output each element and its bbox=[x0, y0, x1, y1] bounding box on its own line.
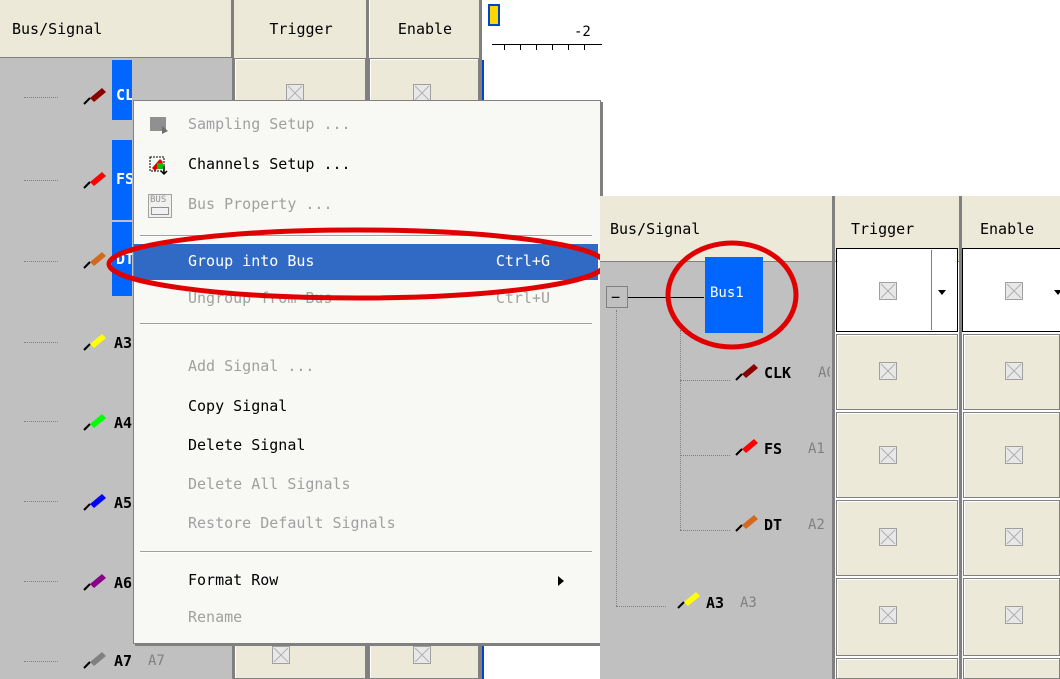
signal-name-a5[interactable]: A5 bbox=[114, 494, 132, 512]
signal-alias-clk: A0 bbox=[818, 365, 830, 381]
probe-icon-clk bbox=[735, 364, 758, 381]
menu-item-label: Sampling Setup ... bbox=[188, 115, 351, 133]
menu-separator bbox=[140, 551, 592, 553]
signal-name-a6[interactable]: A6 bbox=[114, 574, 132, 592]
probe-icon-a5 bbox=[83, 494, 106, 511]
dropdown-divider bbox=[931, 250, 932, 330]
trigger-cell[interactable] bbox=[836, 500, 958, 576]
trigger-dontcare-icon[interactable] bbox=[272, 646, 290, 664]
probe-icon-a3 bbox=[677, 592, 700, 609]
submenu-arrow-icon bbox=[558, 576, 564, 586]
menu-item-label: Bus Property ... bbox=[188, 195, 333, 213]
trigger-cell[interactable] bbox=[836, 658, 958, 679]
menu-item-bus-property[interactable]: BUS Bus Property ... bbox=[134, 187, 598, 223]
left-header-enable-label: Enable bbox=[397, 20, 453, 38]
left-header-bus-signal[interactable]: Bus/Signal bbox=[0, 0, 232, 58]
menu-item-rename[interactable]: Rename bbox=[134, 600, 598, 636]
bus-icon-text: BUS bbox=[150, 195, 167, 205]
menu-item-add-signal[interactable]: Add Signal ... bbox=[134, 349, 598, 385]
trigger-cell[interactable] bbox=[836, 578, 958, 656]
menu-item-sampling-setup[interactable]: Sampling Setup ... bbox=[134, 107, 598, 143]
context-menu: Sampling Setup ... Channels Setup ... BU… bbox=[133, 100, 601, 644]
trigger-dontcare-icon[interactable] bbox=[879, 606, 897, 624]
collapse-minus-icon: − bbox=[611, 288, 621, 306]
signal-name-a7[interactable]: A7 bbox=[114, 652, 132, 670]
menu-item-copy-signal[interactable]: Copy Signal bbox=[134, 389, 598, 425]
probe-icon-dt bbox=[735, 515, 758, 532]
trigger-dontcare-icon[interactable] bbox=[879, 528, 897, 546]
menu-item-label: Delete Signal bbox=[188, 436, 306, 454]
right-header-trigger-label: Trigger bbox=[851, 220, 915, 238]
trigger-dontcare-icon[interactable] bbox=[879, 362, 897, 380]
trigger-dontcare-icon[interactable] bbox=[879, 446, 897, 464]
menu-item-label: Restore Default Signals bbox=[188, 514, 396, 532]
menu-item-label: Add Signal ... bbox=[188, 357, 315, 375]
collapse-button[interactable]: − bbox=[606, 286, 628, 308]
selected-label-fs: FS bbox=[116, 170, 132, 188]
menu-item-restore-default-signals[interactable]: Restore Default Signals bbox=[134, 506, 598, 542]
menu-item-label: Copy Signal bbox=[188, 397, 288, 415]
signal-alias-fs: A1 bbox=[808, 441, 825, 457]
enable-dontcare-icon[interactable] bbox=[1005, 446, 1023, 464]
probe-icon-fs bbox=[735, 439, 758, 456]
left-header-bus-signal-label: Bus/Signal bbox=[12, 20, 103, 38]
menu-item-label: Channels Setup ... bbox=[188, 155, 351, 173]
left-header-trigger[interactable]: Trigger bbox=[233, 0, 369, 58]
trigger-cell[interactable] bbox=[836, 412, 958, 498]
enable-dontcare-icon[interactable] bbox=[1005, 606, 1023, 624]
menu-separator bbox=[140, 323, 592, 325]
menu-item-label: Rename bbox=[188, 608, 243, 626]
signal-name-dt[interactable]: DT bbox=[764, 516, 782, 534]
signal-name-a3[interactable]: A3 bbox=[706, 594, 724, 612]
enable-dontcare-icon[interactable] bbox=[1005, 528, 1023, 546]
signal-alias-a3: A3 bbox=[740, 595, 757, 611]
waveform-ruler: -2 bbox=[484, 0, 602, 60]
enable-dontcare-icon[interactable] bbox=[1005, 362, 1023, 380]
probe-icon-a3 bbox=[83, 334, 106, 351]
annotation-ellipse-group-into-bus bbox=[106, 227, 608, 301]
probe-icon-clk bbox=[83, 88, 106, 105]
probe-icon-a7 bbox=[83, 652, 106, 669]
trigger-dontcare-icon bbox=[879, 282, 897, 300]
dropdown-arrow-icon[interactable] bbox=[1054, 290, 1060, 295]
trigger-cell[interactable] bbox=[836, 334, 958, 410]
enable-dontcare-icon[interactable] bbox=[413, 646, 431, 664]
signal-name-fs[interactable]: FS bbox=[764, 440, 782, 458]
channels-setup-icon bbox=[149, 156, 168, 176]
cursor-marker-icon[interactable] bbox=[488, 4, 500, 26]
menu-item-format-row[interactable]: Format Row bbox=[134, 563, 598, 599]
dropdown-arrow-icon[interactable] bbox=[938, 290, 946, 295]
annotation-circle-bus1 bbox=[665, 240, 799, 350]
selected-label-clk: CLK bbox=[116, 86, 132, 104]
left-header-enable[interactable]: Enable bbox=[369, 0, 481, 58]
probe-icon-fs bbox=[83, 172, 106, 189]
menu-item-delete-signal[interactable]: Delete Signal bbox=[134, 428, 598, 464]
signal-name-clk[interactable]: CLK bbox=[764, 364, 791, 382]
enable-cell[interactable] bbox=[963, 658, 1060, 679]
column-divider[interactable] bbox=[832, 196, 835, 679]
menu-item-delete-all-signals[interactable]: Delete All Signals bbox=[134, 467, 598, 503]
signal-name-a3[interactable]: A3 bbox=[114, 334, 132, 352]
menu-item-label: Format Row bbox=[188, 571, 279, 589]
left-header-trigger-label: Trigger bbox=[269, 20, 333, 38]
menu-item-channels-setup[interactable]: Channels Setup ... bbox=[134, 147, 598, 183]
bus-icon: BUS bbox=[148, 194, 172, 218]
enable-dontcare-icon bbox=[1005, 282, 1023, 300]
signal-alias-dt: A2 bbox=[808, 517, 825, 533]
ruler-value: -2 bbox=[574, 24, 591, 40]
menu-item-label: Delete All Signals bbox=[188, 475, 351, 493]
sampling-setup-icon bbox=[150, 117, 168, 134]
signal-alias-a7: A7 bbox=[148, 653, 165, 669]
right-header-enable-label: Enable bbox=[980, 220, 1035, 238]
signal-name-a4[interactable]: A4 bbox=[114, 414, 132, 432]
probe-icon-a6 bbox=[83, 574, 106, 591]
probe-icon-a4 bbox=[83, 414, 106, 431]
right-header-bus-signal-label: Bus/Signal bbox=[610, 220, 701, 238]
